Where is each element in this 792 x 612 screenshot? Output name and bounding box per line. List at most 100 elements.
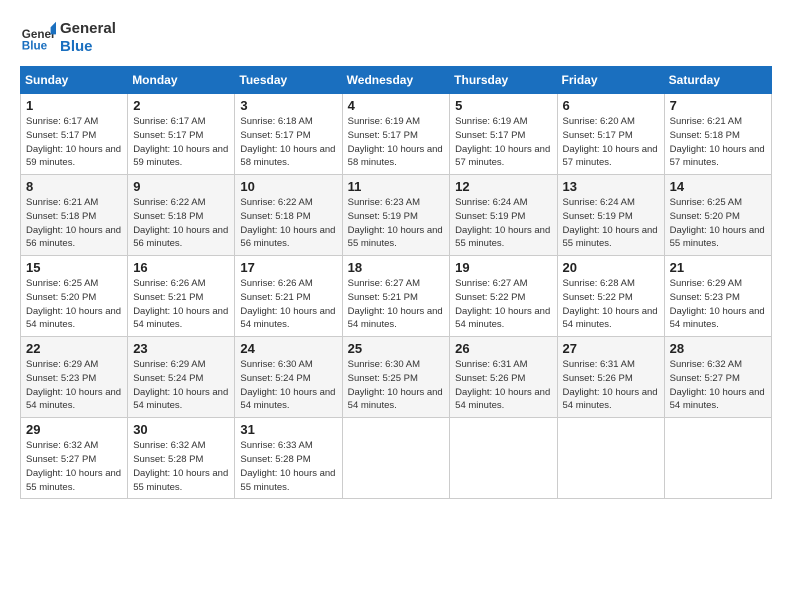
day-number: 4 <box>348 98 445 113</box>
day-info: Sunrise: 6:32 AM Sunset: 5:28 PM Dayligh… <box>133 439 229 494</box>
logo-general: General <box>60 20 116 38</box>
day-info: Sunrise: 6:24 AM Sunset: 5:19 PM Dayligh… <box>455 196 551 251</box>
day-number: 11 <box>348 179 445 194</box>
day-number: 6 <box>563 98 659 113</box>
day-info: Sunrise: 6:25 AM Sunset: 5:20 PM Dayligh… <box>670 196 766 251</box>
day-number: 16 <box>133 260 229 275</box>
logo-icon: General Blue <box>20 20 56 56</box>
calendar-cell: 2 Sunrise: 6:17 AM Sunset: 5:17 PM Dayli… <box>128 94 235 175</box>
day-info: Sunrise: 6:27 AM Sunset: 5:22 PM Dayligh… <box>455 277 551 332</box>
day-number: 10 <box>240 179 336 194</box>
day-number: 12 <box>455 179 551 194</box>
calendar-cell: 18 Sunrise: 6:27 AM Sunset: 5:21 PM Dayl… <box>342 256 450 337</box>
calendar-cell <box>664 418 771 499</box>
day-number: 30 <box>133 422 229 437</box>
day-info: Sunrise: 6:25 AM Sunset: 5:20 PM Dayligh… <box>26 277 122 332</box>
calendar-cell <box>450 418 557 499</box>
calendar-cell: 7 Sunrise: 6:21 AM Sunset: 5:18 PM Dayli… <box>664 94 771 175</box>
day-info: Sunrise: 6:26 AM Sunset: 5:21 PM Dayligh… <box>240 277 336 332</box>
day-number: 31 <box>240 422 336 437</box>
day-number: 25 <box>348 341 445 356</box>
calendar-week-2: 8 Sunrise: 6:21 AM Sunset: 5:18 PM Dayli… <box>21 175 772 256</box>
day-info: Sunrise: 6:17 AM Sunset: 5:17 PM Dayligh… <box>133 115 229 170</box>
calendar-cell: 10 Sunrise: 6:22 AM Sunset: 5:18 PM Dayl… <box>235 175 342 256</box>
calendar-cell: 1 Sunrise: 6:17 AM Sunset: 5:17 PM Dayli… <box>21 94 128 175</box>
weekday-header-monday: Monday <box>128 67 235 94</box>
calendar-cell: 28 Sunrise: 6:32 AM Sunset: 5:27 PM Dayl… <box>664 337 771 418</box>
day-number: 15 <box>26 260 122 275</box>
day-number: 20 <box>563 260 659 275</box>
calendar-cell: 4 Sunrise: 6:19 AM Sunset: 5:17 PM Dayli… <box>342 94 450 175</box>
weekday-header-tuesday: Tuesday <box>235 67 342 94</box>
day-info: Sunrise: 6:32 AM Sunset: 5:27 PM Dayligh… <box>670 358 766 413</box>
day-number: 17 <box>240 260 336 275</box>
day-info: Sunrise: 6:31 AM Sunset: 5:26 PM Dayligh… <box>563 358 659 413</box>
day-info: Sunrise: 6:33 AM Sunset: 5:28 PM Dayligh… <box>240 439 336 494</box>
day-number: 18 <box>348 260 445 275</box>
calendar-cell: 24 Sunrise: 6:30 AM Sunset: 5:24 PM Dayl… <box>235 337 342 418</box>
calendar-week-4: 22 Sunrise: 6:29 AM Sunset: 5:23 PM Dayl… <box>21 337 772 418</box>
day-number: 26 <box>455 341 551 356</box>
day-info: Sunrise: 6:19 AM Sunset: 5:17 PM Dayligh… <box>348 115 445 170</box>
calendar-cell: 27 Sunrise: 6:31 AM Sunset: 5:26 PM Dayl… <box>557 337 664 418</box>
day-info: Sunrise: 6:29 AM Sunset: 5:23 PM Dayligh… <box>670 277 766 332</box>
day-info: Sunrise: 6:30 AM Sunset: 5:24 PM Dayligh… <box>240 358 336 413</box>
day-number: 1 <box>26 98 122 113</box>
calendar-cell: 22 Sunrise: 6:29 AM Sunset: 5:23 PM Dayl… <box>21 337 128 418</box>
day-number: 14 <box>670 179 766 194</box>
calendar-cell: 13 Sunrise: 6:24 AM Sunset: 5:19 PM Dayl… <box>557 175 664 256</box>
weekday-header-saturday: Saturday <box>664 67 771 94</box>
day-number: 21 <box>670 260 766 275</box>
calendar-week-3: 15 Sunrise: 6:25 AM Sunset: 5:20 PM Dayl… <box>21 256 772 337</box>
calendar-week-1: 1 Sunrise: 6:17 AM Sunset: 5:17 PM Dayli… <box>21 94 772 175</box>
day-number: 8 <box>26 179 122 194</box>
page-header: General Blue General Blue <box>20 20 772 56</box>
logo-blue: Blue <box>60 38 116 56</box>
day-number: 3 <box>240 98 336 113</box>
day-info: Sunrise: 6:18 AM Sunset: 5:17 PM Dayligh… <box>240 115 336 170</box>
calendar-cell: 11 Sunrise: 6:23 AM Sunset: 5:19 PM Dayl… <box>342 175 450 256</box>
day-info: Sunrise: 6:21 AM Sunset: 5:18 PM Dayligh… <box>26 196 122 251</box>
day-info: Sunrise: 6:30 AM Sunset: 5:25 PM Dayligh… <box>348 358 445 413</box>
calendar-cell: 14 Sunrise: 6:25 AM Sunset: 5:20 PM Dayl… <box>664 175 771 256</box>
calendar-cell: 5 Sunrise: 6:19 AM Sunset: 5:17 PM Dayli… <box>450 94 557 175</box>
day-number: 7 <box>670 98 766 113</box>
calendar-cell: 21 Sunrise: 6:29 AM Sunset: 5:23 PM Dayl… <box>664 256 771 337</box>
calendar-cell: 30 Sunrise: 6:32 AM Sunset: 5:28 PM Dayl… <box>128 418 235 499</box>
svg-text:Blue: Blue <box>22 40 48 53</box>
day-number: 2 <box>133 98 229 113</box>
calendar-cell: 8 Sunrise: 6:21 AM Sunset: 5:18 PM Dayli… <box>21 175 128 256</box>
calendar-cell: 16 Sunrise: 6:26 AM Sunset: 5:21 PM Dayl… <box>128 256 235 337</box>
day-info: Sunrise: 6:29 AM Sunset: 5:24 PM Dayligh… <box>133 358 229 413</box>
calendar-cell: 17 Sunrise: 6:26 AM Sunset: 5:21 PM Dayl… <box>235 256 342 337</box>
calendar-cell: 29 Sunrise: 6:32 AM Sunset: 5:27 PM Dayl… <box>21 418 128 499</box>
calendar-cell <box>342 418 450 499</box>
day-number: 28 <box>670 341 766 356</box>
day-info: Sunrise: 6:28 AM Sunset: 5:22 PM Dayligh… <box>563 277 659 332</box>
day-info: Sunrise: 6:19 AM Sunset: 5:17 PM Dayligh… <box>455 115 551 170</box>
calendar-table: SundayMondayTuesdayWednesdayThursdayFrid… <box>20 66 772 499</box>
day-info: Sunrise: 6:20 AM Sunset: 5:17 PM Dayligh… <box>563 115 659 170</box>
day-info: Sunrise: 6:26 AM Sunset: 5:21 PM Dayligh… <box>133 277 229 332</box>
weekday-header-thursday: Thursday <box>450 67 557 94</box>
day-info: Sunrise: 6:29 AM Sunset: 5:23 PM Dayligh… <box>26 358 122 413</box>
day-number: 5 <box>455 98 551 113</box>
calendar-cell: 20 Sunrise: 6:28 AM Sunset: 5:22 PM Dayl… <box>557 256 664 337</box>
calendar-cell: 23 Sunrise: 6:29 AM Sunset: 5:24 PM Dayl… <box>128 337 235 418</box>
day-info: Sunrise: 6:23 AM Sunset: 5:19 PM Dayligh… <box>348 196 445 251</box>
day-number: 9 <box>133 179 229 194</box>
day-info: Sunrise: 6:21 AM Sunset: 5:18 PM Dayligh… <box>670 115 766 170</box>
weekday-header-sunday: Sunday <box>21 67 128 94</box>
calendar-cell: 15 Sunrise: 6:25 AM Sunset: 5:20 PM Dayl… <box>21 256 128 337</box>
day-number: 27 <box>563 341 659 356</box>
day-number: 22 <box>26 341 122 356</box>
day-info: Sunrise: 6:31 AM Sunset: 5:26 PM Dayligh… <box>455 358 551 413</box>
calendar-cell: 25 Sunrise: 6:30 AM Sunset: 5:25 PM Dayl… <box>342 337 450 418</box>
calendar-cell: 3 Sunrise: 6:18 AM Sunset: 5:17 PM Dayli… <box>235 94 342 175</box>
weekday-header-row: SundayMondayTuesdayWednesdayThursdayFrid… <box>21 67 772 94</box>
calendar-week-5: 29 Sunrise: 6:32 AM Sunset: 5:27 PM Dayl… <box>21 418 772 499</box>
weekday-header-friday: Friday <box>557 67 664 94</box>
calendar-cell: 12 Sunrise: 6:24 AM Sunset: 5:19 PM Dayl… <box>450 175 557 256</box>
day-info: Sunrise: 6:24 AM Sunset: 5:19 PM Dayligh… <box>563 196 659 251</box>
calendar-cell: 31 Sunrise: 6:33 AM Sunset: 5:28 PM Dayl… <box>235 418 342 499</box>
